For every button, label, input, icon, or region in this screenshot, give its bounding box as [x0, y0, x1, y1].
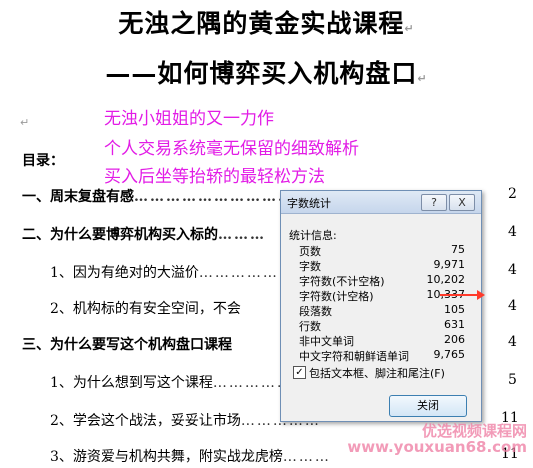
dialog-title-bar[interactable]: 字数统计 ? X	[281, 191, 481, 214]
help-button[interactable]: ?	[421, 194, 447, 211]
close-icon: X	[458, 196, 466, 209]
stat-value: 9,971	[433, 258, 466, 271]
toc-entry[interactable]: 1、为什么想到写这个课程……………	[50, 372, 293, 392]
statistics-section-label: 统计信息:	[289, 229, 337, 242]
stat-label: 非中文单词	[299, 335, 354, 348]
tagline-1: 无浊小姐姐的又一力作	[104, 109, 274, 129]
stat-value: 75	[451, 243, 465, 256]
toc-page-number: 4	[508, 298, 517, 314]
watermark-line-2: www.youxuan68.com	[347, 438, 527, 456]
toc-page-number: 2	[508, 186, 517, 202]
include-textboxes-label: 包括文本框、脚注和尾注(F)	[309, 367, 445, 380]
toc-entry[interactable]: 二、为什么要博弈机构买入标的………	[22, 224, 266, 244]
document-subtitle: ——如何博弈买入机构盘口↵	[105, 59, 428, 88]
stat-label: 行数	[299, 320, 321, 333]
word-count-dialog: 字数统计 ? X 统计信息: 页数 75 字数 9,971 字符数(不计空格) …	[280, 190, 482, 422]
toc-page-number: 5	[508, 372, 517, 388]
toc-entry[interactable]: 3、游资爱与机构共舞，附实战龙虎榜………	[50, 446, 331, 466]
stat-value: 206	[444, 333, 465, 346]
tagline-3: 买入后坐等抬轿的最轻松方法	[104, 167, 325, 187]
close-button[interactable]: 关闭	[389, 395, 467, 417]
help-icon: ?	[431, 196, 437, 209]
tagline-2: 个人交易系统毫无保留的细致解析	[104, 139, 359, 159]
toc-page-number: 4	[508, 262, 517, 278]
toc-entry[interactable]: 2、机构标的有安全空间，不会	[50, 298, 241, 318]
stat-value: 105	[444, 303, 465, 316]
stat-value: 9,765	[433, 348, 466, 361]
toc-entry[interactable]: 1、因为有绝对的大溢价……………	[50, 262, 279, 282]
stat-value: 10,202	[426, 273, 466, 286]
stat-label: 字符数(不计空格)	[299, 275, 385, 288]
toc-page-number: 4	[508, 224, 517, 240]
toc-heading: 目录：	[22, 153, 64, 169]
stat-label: 字数	[299, 260, 321, 273]
toc-entry[interactable]: 三、为什么要写这个机构盘口课程	[22, 334, 232, 354]
toc-page-number: 4	[508, 334, 517, 350]
stat-label: 段落数	[299, 305, 332, 318]
stat-label: 字符数(计空格)	[299, 290, 374, 303]
stat-value: 631	[444, 318, 465, 331]
close-x-button[interactable]: X	[449, 194, 475, 211]
red-arrow-annotation	[440, 290, 485, 300]
dialog-title: 字数统计	[287, 197, 331, 210]
paragraph-mark: ↵	[20, 116, 30, 129]
stat-label: 页数	[299, 245, 321, 258]
stat-label: 中文字符和朝鲜语单词	[299, 350, 409, 363]
document-title: 无浊之隅的黄金实战课程↵	[118, 9, 415, 38]
include-textboxes-checkbox[interactable]: ✓	[293, 366, 306, 379]
